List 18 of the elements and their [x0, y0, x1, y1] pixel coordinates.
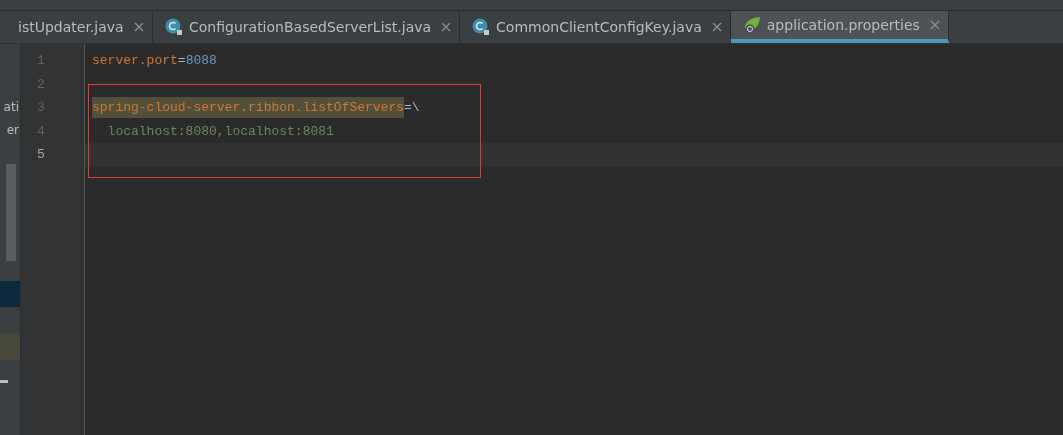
panel-label: ati: [3, 100, 19, 114]
class-icon: [472, 18, 491, 36]
code-token: server.port: [92, 53, 178, 68]
class-icon: [165, 18, 183, 36]
selected-row: [0, 281, 20, 307]
panel-label: er: [6, 123, 19, 137]
leaf-icon: [742, 16, 761, 34]
close-icon[interactable]: [711, 22, 722, 32]
code-token: =: [177, 53, 186, 68]
code-token: spring-cloud-server.ribbon.listOfServers: [92, 97, 405, 118]
close-icon[interactable]: [929, 20, 940, 30]
close-icon[interactable]: [441, 22, 452, 32]
code-token: localhost:8080,localhost:8081: [106, 123, 334, 139]
code-token: 8088: [185, 53, 217, 68]
code-token: =\: [404, 100, 420, 115]
close-icon[interactable]: [133, 22, 144, 32]
line-number: 5: [36, 146, 46, 164]
editor-tab[interactable]: application.properties: [730, 11, 949, 43]
